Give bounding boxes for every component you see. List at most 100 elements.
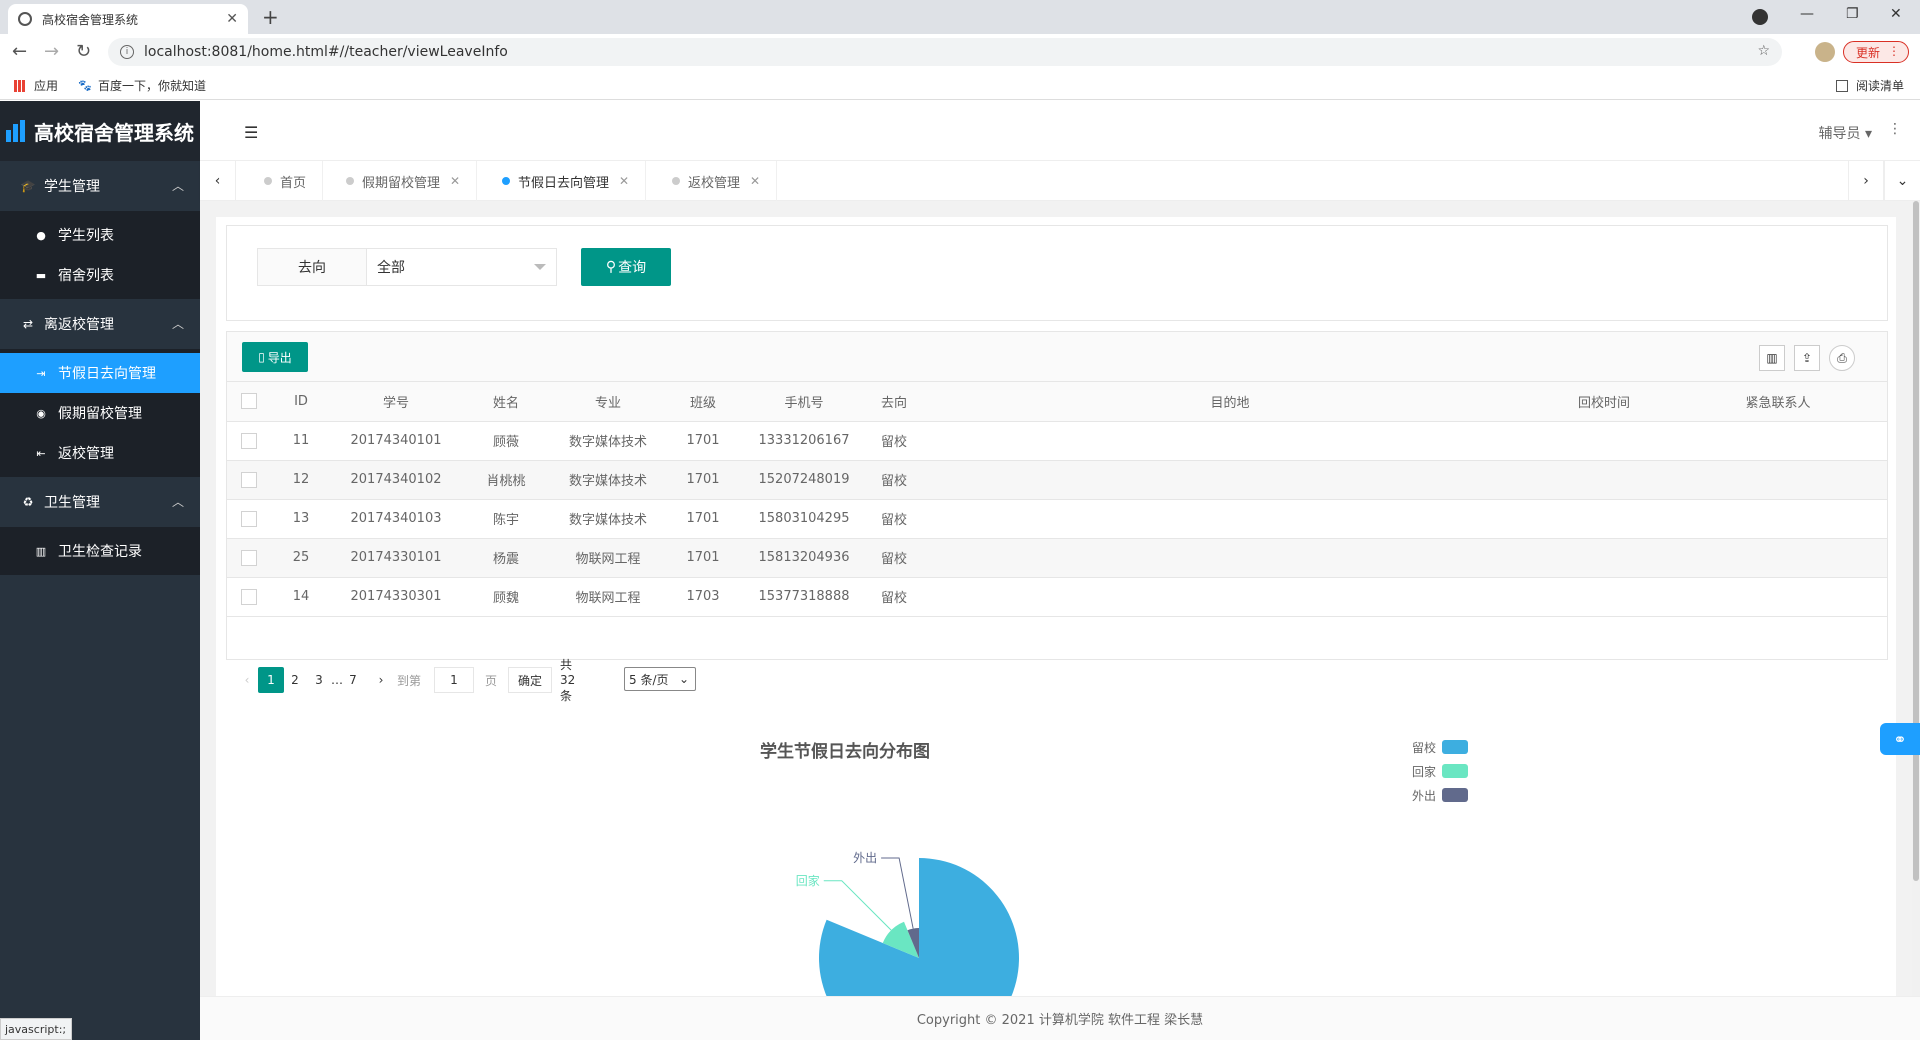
tab-vacation-stay[interactable]: 假期留校管理 ✕	[330, 161, 478, 201]
scrollbar-thumb[interactable]	[1913, 201, 1919, 881]
table-row[interactable]: 11 20174340101 顾薇 数字媒体技术 1701 13331206167 留校	[227, 421, 1887, 461]
reload-icon[interactable]: ↻	[76, 41, 91, 62]
menu-head-leave[interactable]: ⇄ 离返校管理 ︿	[0, 299, 200, 349]
menu-head-hygiene[interactable]: ♻ 卫生管理 ︿	[0, 477, 200, 527]
tab-label: 节假日去向管理	[518, 175, 610, 191]
row-checkbox[interactable]	[241, 432, 257, 449]
close-window-icon[interactable]: ✕	[1890, 6, 1902, 22]
minimize-icon[interactable]: —	[1800, 6, 1814, 22]
row-select-cell[interactable]	[227, 577, 271, 617]
more-vertical-icon[interactable]: ⋮	[1888, 121, 1902, 137]
tabs-next-icon[interactable]: ›	[1848, 161, 1884, 201]
next-page-icon[interactable]: ›	[368, 667, 394, 693]
destination-select[interactable]: 全部	[367, 248, 557, 286]
tab-search-icon[interactable]	[1752, 9, 1768, 25]
chevron-down-icon[interactable]: ⌄	[1884, 161, 1920, 201]
tab-home[interactable]: 首页	[248, 161, 324, 201]
bookmark-star-icon[interactable]: ☆	[1757, 43, 1770, 59]
col-header[interactable]: 学号	[331, 382, 461, 422]
sidebar-item-label: 节假日去向管理	[58, 366, 156, 382]
info-icon[interactable]: i	[120, 45, 134, 59]
table-row[interactable]: 13 20174340103 陈宇 数字媒体技术 1701 15803104295 留校	[227, 499, 1887, 539]
menu-dots-icon: ⋮	[1888, 44, 1900, 58]
sidebar-item-label: 宿舍列表	[58, 268, 114, 284]
row-select-cell[interactable]	[227, 538, 271, 578]
table-row[interactable]: 14 20174330301 顾魏 物联网工程 1703 15377318888 留校	[227, 577, 1887, 617]
sidebar-item-holiday-whereabouts[interactable]: ⇥ 节假日去向管理	[0, 353, 200, 393]
legend-swatch	[1442, 740, 1469, 754]
pie-slice[interactable]	[819, 858, 1019, 996]
browser-tab[interactable]: 高校宿舍管理系统 ✕	[8, 4, 248, 34]
legend-item[interactable]: 回家	[1412, 759, 1469, 783]
select-all-cell[interactable]	[227, 382, 271, 422]
user-menu[interactable]: 辅导员 ▾	[1819, 123, 1872, 143]
close-icon[interactable]: ✕	[450, 174, 460, 188]
table-row[interactable]: 25 20174330101 杨震 物联网工程 1701 15813204936 留校	[227, 538, 1887, 578]
sidebar: 高校宿舍管理系统 🎓 学生管理 ︿ ● 学生列表 ▬ 宿舍列表 ⇄ 离返校管理 …	[0, 101, 200, 1040]
sidebar-item-vacation-stay[interactable]: ◉ 假期留校管理	[0, 393, 200, 433]
table-cell: 1701	[665, 421, 741, 461]
row-select-cell[interactable]	[227, 499, 271, 539]
col-header[interactable]: 手机号	[741, 382, 867, 422]
sidebar-item-label: 假期留校管理	[58, 406, 142, 422]
forward-icon[interactable]: →	[44, 41, 59, 62]
col-header[interactable]: 回校时间	[1539, 382, 1669, 422]
profile-avatar[interactable]	[1815, 42, 1835, 62]
row-checkbox[interactable]	[241, 510, 257, 527]
page-button[interactable]: 2	[282, 667, 308, 693]
close-icon[interactable]: ✕	[750, 174, 760, 188]
row-checkbox[interactable]	[241, 549, 257, 566]
table-cell: 顾薇	[461, 421, 551, 461]
url-field[interactable]: i localhost:8081/home.html#//teacher/vie…	[108, 38, 1782, 66]
sidebar-item-student-list[interactable]: ● 学生列表	[0, 215, 200, 255]
columns-filter-icon[interactable]: ▥	[1759, 345, 1785, 371]
tabs-prev-icon[interactable]: ‹	[200, 161, 236, 201]
table-cell: 12	[271, 460, 331, 500]
sidebar-item-dorm-list[interactable]: ▬ 宿舍列表	[0, 255, 200, 295]
goto-page-input[interactable]: 1	[434, 667, 474, 693]
row-select-cell[interactable]	[227, 460, 271, 500]
col-header[interactable]: 班级	[665, 382, 741, 422]
new-tab-icon[interactable]: +	[262, 5, 279, 29]
legend-item[interactable]: 留校	[1412, 735, 1469, 759]
col-header[interactable]: ID	[271, 382, 331, 422]
table-row[interactable]: 12 20174340102 肖桃桃 数字媒体技术 1701 15207248019 留校	[227, 460, 1887, 500]
sidebar-item-return[interactable]: ⇤ 返校管理	[0, 433, 200, 473]
tab-holiday-whereabouts[interactable]: 节假日去向管理 ✕	[486, 161, 647, 201]
close-tab-icon[interactable]: ✕	[226, 11, 238, 27]
col-header[interactable]: 紧急联系人	[1669, 382, 1887, 422]
col-header[interactable]: 目的地	[921, 382, 1539, 422]
export-button[interactable]: ▯ 导出	[242, 342, 308, 372]
back-icon[interactable]: ←	[12, 41, 27, 62]
tab-return[interactable]: 返校管理 ✕	[656, 161, 778, 201]
col-header[interactable]: 去向	[867, 382, 921, 422]
page-size-select[interactable]: 5 条/页 ⌄	[624, 667, 696, 691]
export-data-icon[interactable]: ⇪	[1794, 345, 1820, 371]
select-all-checkbox[interactable]	[241, 393, 257, 410]
table-cell: 物联网工程	[551, 538, 665, 578]
menu-toggle-icon[interactable]: ☰	[244, 123, 258, 142]
reading-list[interactable]: 阅读清单	[1836, 77, 1904, 94]
page-button[interactable]: 7	[340, 667, 366, 693]
row-select-cell[interactable]	[227, 421, 271, 461]
close-icon[interactable]: ✕	[619, 174, 629, 188]
update-button[interactable]: 更新 ⋮	[1843, 41, 1909, 63]
row-checkbox[interactable]	[241, 588, 257, 605]
bookmark-baidu[interactable]: 🐾 百度一下，你就知道	[78, 77, 206, 94]
col-header[interactable]: 姓名	[461, 382, 551, 422]
menu-head-students[interactable]: 🎓 学生管理 ︿	[0, 161, 200, 211]
prev-page-icon[interactable]: ‹	[234, 667, 260, 693]
restore-icon[interactable]: ❐	[1846, 6, 1859, 22]
status-bar: javascript:;	[0, 1018, 72, 1040]
floating-share-icon[interactable]: ⚭	[1880, 723, 1920, 755]
row-checkbox[interactable]	[241, 471, 257, 488]
query-button[interactable]: ⚲ 查询	[581, 248, 671, 286]
print-icon[interactable]: ⎙	[1829, 345, 1855, 371]
goto-confirm-button[interactable]: 确定	[508, 667, 552, 693]
page-scrollbar[interactable]	[1912, 201, 1920, 996]
sidebar-item-hygiene-records[interactable]: ▥ 卫生检查记录	[0, 531, 200, 571]
legend-item[interactable]: 外出	[1412, 783, 1469, 807]
col-header[interactable]: 专业	[551, 382, 665, 422]
bookmark-apps[interactable]: 应用	[14, 77, 58, 94]
page-button-current[interactable]: 1	[258, 667, 284, 693]
